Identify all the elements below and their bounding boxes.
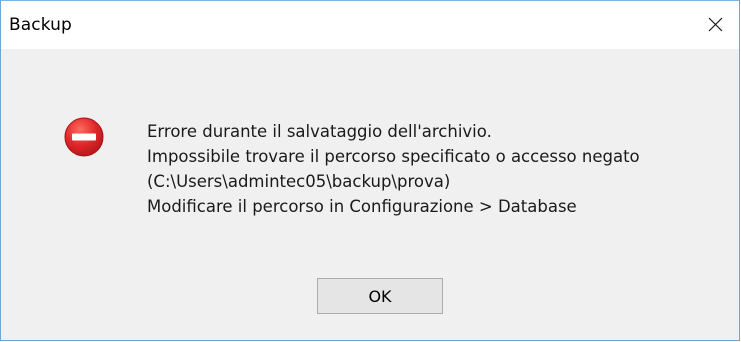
message-line: Impossibile trovare il percorso specific…: [147, 147, 640, 166]
close-button[interactable]: [691, 1, 739, 49]
message-line: (C:\Users\admintec05\backup\prova): [147, 172, 451, 191]
ok-button[interactable]: OK: [317, 278, 443, 314]
window-title: Backup: [9, 15, 72, 35]
dialog-content: Errore durante il salvataggio dell'archi…: [1, 49, 739, 340]
close-icon: [708, 17, 723, 32]
message-line: Errore durante il salvataggio dell'archi…: [147, 122, 492, 141]
error-message: Errore durante il salvataggio dell'archi…: [147, 119, 640, 219]
error-icon: [64, 117, 104, 157]
message-line: Modificare il percorso in Configurazione…: [147, 197, 577, 216]
title-bar[interactable]: Backup: [1, 1, 739, 49]
backup-dialog: Backup Errore durante il salvataggio del…: [0, 0, 740, 341]
